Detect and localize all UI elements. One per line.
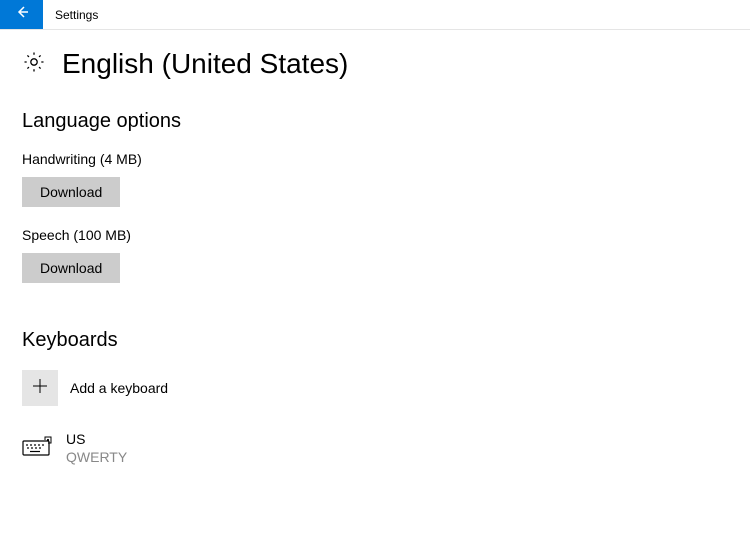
back-arrow-icon xyxy=(14,4,30,25)
page-title: English (United States) xyxy=(62,48,348,80)
option-speech: Speech (100 MB) Download xyxy=(22,227,728,283)
section-heading-keyboards: Keyboards xyxy=(22,329,728,352)
add-keyboard-button[interactable]: Add a keyboard xyxy=(22,370,728,406)
download-handwriting-button[interactable]: Download xyxy=(22,177,120,207)
keyboard-item-us[interactable]: US QWERTY xyxy=(22,430,728,466)
gear-icon xyxy=(22,50,46,79)
content: English (United States) Language options… xyxy=(0,30,750,484)
add-keyboard-label: Add a keyboard xyxy=(70,380,168,396)
keyboard-text: US QWERTY xyxy=(66,430,127,466)
download-speech-button[interactable]: Download xyxy=(22,253,120,283)
title-bar: Settings xyxy=(0,0,750,30)
option-handwriting: Handwriting (4 MB) Download xyxy=(22,151,728,207)
option-label: Speech (100 MB) xyxy=(22,227,728,243)
section-heading-language-options: Language options xyxy=(22,110,728,133)
plus-icon xyxy=(32,378,48,399)
keyboard-name: US xyxy=(66,430,127,448)
add-tile xyxy=(22,370,58,406)
keyboard-icon xyxy=(22,436,52,461)
page-header: English (United States) xyxy=(22,48,728,80)
keyboard-layout: QWERTY xyxy=(66,448,127,466)
back-button[interactable] xyxy=(0,0,43,29)
option-label: Handwriting (4 MB) xyxy=(22,151,728,167)
window-title: Settings xyxy=(43,0,98,29)
